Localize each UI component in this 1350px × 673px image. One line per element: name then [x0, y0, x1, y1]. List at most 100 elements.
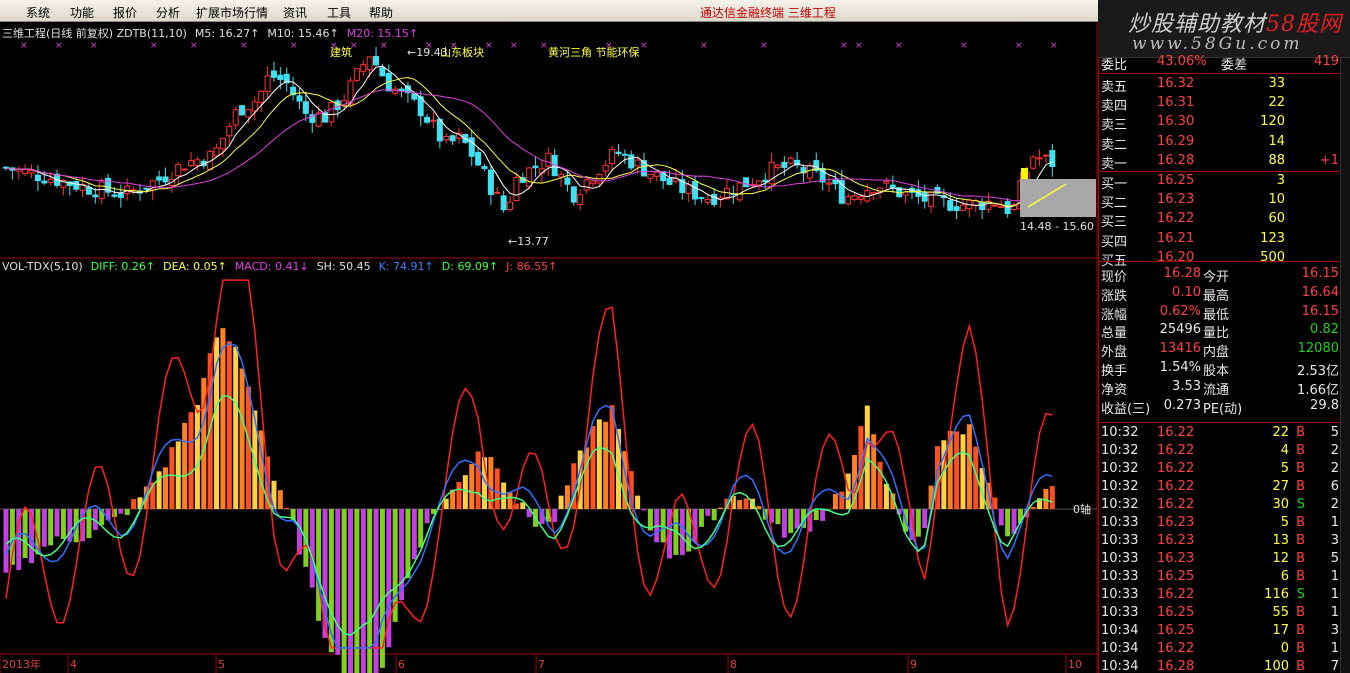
macd-bar: [379, 508, 385, 668]
bid-volume: 60: [1268, 211, 1285, 227]
menu-extended-market[interactable]: 扩展市场行情: [196, 4, 268, 21]
candle-body: [704, 198, 711, 203]
tick-volume: 12: [1272, 551, 1289, 566]
macd-bar: [832, 493, 838, 509]
macd-bar: [915, 508, 921, 537]
candle-body: [634, 159, 641, 167]
stat-value: 1.54%: [1159, 360, 1201, 375]
bid-volume: 3: [1276, 173, 1285, 188]
tick-count: 6: [1330, 479, 1339, 494]
candle-body: [449, 135, 456, 142]
stat-label: 内盘: [1203, 345, 1230, 361]
macd-bar: [501, 482, 507, 509]
macd-bar: [48, 508, 54, 546]
tick-row: 10:34 16.25 17 B 3: [1099, 623, 1341, 641]
tick-price: 16.22: [1157, 641, 1195, 656]
event-mark: ×: [90, 41, 98, 51]
logo-url: www.58Gu.com: [1132, 34, 1303, 54]
tick-side: B: [1296, 515, 1305, 530]
candle-body: [494, 191, 501, 194]
bid-label: 买四: [1101, 234, 1128, 250]
tick-time: 10:34: [1101, 659, 1139, 673]
bid-price: 16.21: [1157, 230, 1195, 246]
macd-bar: [603, 421, 609, 509]
ask-label: 卖四: [1101, 99, 1128, 115]
tick-count: 3: [1330, 533, 1339, 548]
menu-analysis[interactable]: 分析: [156, 4, 180, 21]
macd-bar: [718, 507, 724, 509]
event-mark: ×: [1015, 41, 1023, 51]
tick-side: S: [1296, 497, 1305, 512]
candle-body: [532, 165, 539, 169]
tick-side: B: [1296, 533, 1305, 548]
candle-body: [175, 163, 182, 177]
macd-bar: [309, 508, 315, 588]
candle-body: [73, 181, 80, 190]
macd-bar: [781, 508, 787, 538]
menu-help[interactable]: 帮助: [369, 4, 393, 21]
macd-bar: [456, 481, 462, 509]
candle-body: [277, 74, 284, 80]
tick-count: 1: [1330, 515, 1339, 530]
menu-info[interactable]: 资讯: [283, 4, 307, 21]
macd-bar: [596, 419, 602, 509]
tick-row: 10:33 16.23 13 B 3: [1099, 533, 1341, 551]
macd-bar: [679, 508, 685, 556]
macd-bar: [392, 508, 398, 622]
candle-body: [85, 186, 92, 195]
macd-bar: [788, 508, 794, 533]
candle-body: [692, 180, 699, 200]
tick-side: B: [1296, 551, 1305, 566]
macd-bar: [507, 492, 513, 509]
macd-bar: [399, 508, 405, 601]
candle-body: [845, 196, 852, 205]
event-mark: ×: [150, 41, 158, 51]
menu-function[interactable]: 功能: [70, 4, 94, 21]
candle-body: [806, 165, 813, 179]
tick-price: 16.25: [1157, 623, 1195, 638]
bid-label: 买二: [1101, 196, 1128, 212]
stat-value: 16.15: [1301, 266, 1339, 281]
macd-bar: [169, 447, 175, 509]
tick-row: 10:32 16.22 4 B 2: [1099, 443, 1341, 461]
macd-bar: [233, 346, 239, 509]
tick-side: B: [1296, 479, 1305, 494]
candle-body: [883, 180, 890, 184]
candle-body: [251, 101, 258, 112]
macd-bar: [590, 425, 596, 509]
candle-body: [609, 148, 616, 164]
concept-label: 黄河三角 节能环保: [548, 45, 640, 59]
event-mark: ×: [840, 41, 848, 51]
tick-count: 1: [1330, 587, 1339, 602]
menu-system[interactable]: 系统: [26, 4, 50, 21]
panel-divider: [1099, 422, 1341, 423]
bid-price: 16.20: [1157, 249, 1195, 265]
webi-value: 43.06%: [1157, 54, 1207, 69]
tick-time: 10:32: [1101, 479, 1139, 494]
tick-price: 16.22: [1157, 479, 1195, 494]
tick-count: 7: [1330, 659, 1339, 673]
candle-body: [430, 119, 437, 122]
menu-quote[interactable]: 报价: [113, 4, 137, 21]
low-price-label: ←13.77: [508, 235, 549, 248]
tick-volume: 5: [1280, 515, 1289, 530]
macd-bar: [698, 508, 704, 527]
side-scroll-strip[interactable]: [1340, 58, 1350, 673]
stat-value: 16.15: [1301, 303, 1339, 319]
stat-label: PE(动): [1203, 401, 1243, 417]
macd-bar: [3, 508, 9, 573]
tick-volume: 4: [1280, 443, 1289, 458]
candle-body: [98, 181, 105, 200]
macd-bar: [775, 508, 781, 525]
candle-body: [213, 147, 220, 157]
zero-axis-label: 0轴: [1073, 502, 1091, 516]
kline-chart[interactable]: × × × × × × × × × × × × × × × × × × × × × × × × × 建筑 ←19.43山东板块 黄河…: [0, 22, 1098, 673]
candle-body: [564, 177, 571, 185]
candle-body: [373, 55, 380, 66]
menu-tools[interactable]: 工具: [327, 4, 351, 21]
tick-row: 10:34 16.22 0 B 1: [1099, 641, 1341, 659]
candle-body: [647, 173, 654, 179]
header-item: MACD: 0.41↓: [234, 260, 309, 273]
stat-value: 25496: [1159, 322, 1201, 338]
candle-body: [475, 151, 482, 166]
